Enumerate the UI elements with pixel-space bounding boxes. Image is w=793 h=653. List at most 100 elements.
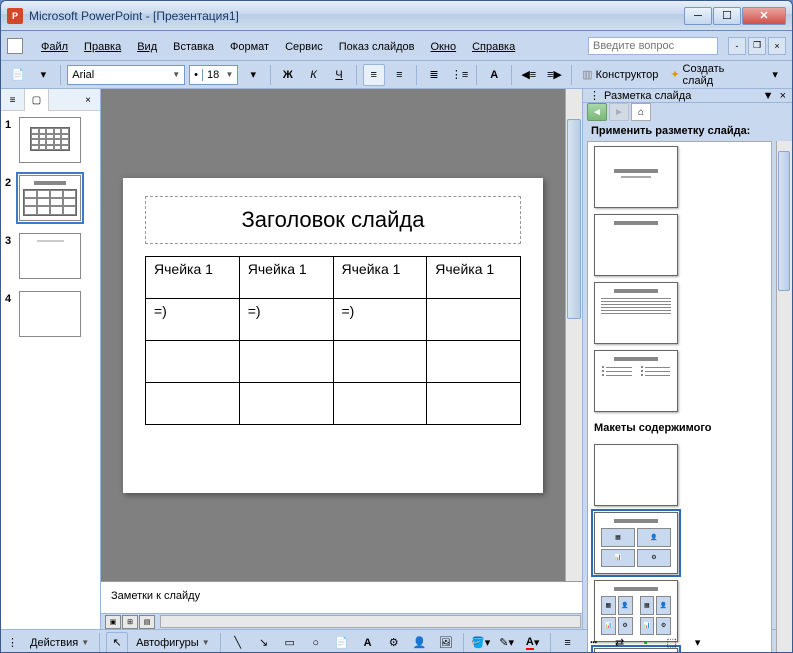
picture-tool[interactable]: 🖼: [435, 632, 457, 653]
align-left-button[interactable]: ≡: [363, 64, 385, 86]
table-cell[interactable]: Ячейка 1: [427, 256, 521, 298]
minimize-button[interactable]: ─: [684, 7, 712, 25]
table-cell[interactable]: [239, 340, 333, 382]
menu-insert[interactable]: Вставка: [165, 35, 222, 57]
table-cell[interactable]: [427, 298, 521, 340]
table-cell[interactable]: [239, 382, 333, 424]
wordart-tool[interactable]: A: [357, 632, 379, 653]
clipart-tool[interactable]: 👤: [409, 632, 431, 653]
select-tool[interactable]: ↖: [106, 632, 128, 653]
sorter-view-button[interactable]: ⊞: [122, 615, 138, 629]
layout-content[interactable]: ▦👤📊⚙: [594, 512, 678, 574]
menu-help[interactable]: Справка: [464, 35, 523, 57]
font-color-tool[interactable]: A▾: [522, 632, 544, 653]
slideshow-view-button[interactable]: ▤: [139, 615, 155, 629]
scrollbar-thumb[interactable]: [778, 151, 790, 291]
table-cell[interactable]: Ячейка 1: [146, 256, 240, 298]
decrease-indent-button[interactable]: ◀≡: [518, 64, 540, 86]
vertical-scrollbar[interactable]: [565, 89, 582, 581]
table-cell[interactable]: Ячейка 1: [239, 256, 333, 298]
table-cell[interactable]: [427, 340, 521, 382]
horizontal-scrollbar[interactable]: [160, 615, 581, 628]
layout-title-only[interactable]: [594, 214, 678, 276]
close-panel-button[interactable]: ×: [76, 89, 100, 111]
table-cell[interactable]: =): [146, 298, 240, 340]
designer-button[interactable]: ▥Конструктор: [578, 68, 662, 81]
arrow-tool[interactable]: ↘: [253, 632, 275, 653]
taskpane-close-button[interactable]: ×: [780, 90, 786, 102]
rectangle-tool[interactable]: ▭: [279, 632, 301, 653]
taskpane-scrollbar[interactable]: [776, 141, 792, 653]
back-button[interactable]: ◄: [587, 103, 607, 121]
bulleted-list-button[interactable]: ⋮≡: [449, 64, 471, 86]
dash-style-tool[interactable]: ┅: [583, 632, 605, 653]
layout-title-text[interactable]: [594, 282, 678, 344]
notes-pane[interactable]: Заметки к слайду: [101, 581, 582, 613]
toolbar-overflow-icon[interactable]: ▾: [764, 64, 786, 86]
arrow-style-tool[interactable]: ⇄: [609, 632, 631, 653]
line-tool[interactable]: ╲: [227, 632, 249, 653]
menu-service[interactable]: Сервис: [277, 35, 331, 57]
inner-restore-button[interactable]: ❐: [748, 37, 766, 55]
table-cell[interactable]: [146, 340, 240, 382]
slide-canvas[interactable]: Заголовок слайда Ячейка 1 Ячейка 1 Ячейк…: [101, 89, 565, 581]
menu-format[interactable]: Формат: [222, 35, 277, 57]
home-button[interactable]: ⌂: [631, 103, 651, 121]
menu-edit[interactable]: Правка: [76, 35, 129, 57]
increase-indent-button[interactable]: ≡▶: [544, 64, 566, 86]
help-search-input[interactable]: [588, 37, 718, 55]
size-options-icon[interactable]: ▾: [242, 64, 264, 86]
line-weight-tool[interactable]: ≡: [557, 632, 579, 653]
maximize-button[interactable]: ☐: [713, 7, 741, 25]
shadow-tool[interactable]: ▪: [635, 632, 657, 653]
toolbar-options-icon[interactable]: ▾: [33, 64, 55, 86]
table-cell[interactable]: [146, 382, 240, 424]
slide-thumbnail-1[interactable]: [19, 117, 81, 163]
table-cell[interactable]: =): [239, 298, 333, 340]
new-document-icon[interactable]: 📄: [7, 64, 29, 86]
align-center-button[interactable]: ≡: [389, 64, 411, 86]
diagram-tool[interactable]: ⚙: [383, 632, 405, 653]
table-cell[interactable]: [333, 382, 427, 424]
slide-thumbnail-2[interactable]: [19, 175, 81, 221]
underline-button[interactable]: Ч: [328, 64, 350, 86]
italic-button[interactable]: К: [303, 64, 325, 86]
menu-view[interactable]: Вид: [129, 35, 165, 57]
autoshapes-menu[interactable]: Автофигуры ▼: [132, 637, 214, 649]
table-cell[interactable]: [427, 382, 521, 424]
menu-file[interactable]: Файл: [33, 35, 76, 57]
numbered-list-button[interactable]: ≣: [423, 64, 445, 86]
close-button[interactable]: ✕: [742, 7, 786, 25]
textbox-tool[interactable]: 📄: [331, 632, 353, 653]
layout-two-text[interactable]: [594, 350, 678, 412]
menu-slideshow[interactable]: Показ слайдов: [331, 35, 423, 57]
table-cell[interactable]: =): [333, 298, 427, 340]
inner-minimize-button[interactable]: -: [728, 37, 746, 55]
scrollbar-thumb[interactable]: [567, 119, 581, 319]
normal-view-button[interactable]: ▣: [105, 615, 121, 629]
fill-color-tool[interactable]: 🪣▾: [470, 632, 492, 653]
font-name-selector[interactable]: Arial ▼: [67, 65, 185, 85]
slide-thumbnail-4[interactable]: [19, 291, 81, 337]
forward-button[interactable]: ►: [609, 103, 629, 121]
slide-table[interactable]: Ячейка 1 Ячейка 1 Ячейка 1 Ячейка 1 =) =…: [145, 256, 521, 425]
drawbar-overflow-icon[interactable]: ▾: [687, 632, 709, 653]
slides-tab[interactable]: ▢: [25, 89, 49, 111]
outline-tab[interactable]: ≡: [1, 89, 25, 111]
oval-tool[interactable]: ○: [305, 632, 327, 653]
slide-title-text[interactable]: Заголовок слайда: [156, 207, 510, 233]
layout-title-slide[interactable]: [594, 146, 678, 208]
table-cell[interactable]: [333, 340, 427, 382]
font-size-selector[interactable]: • 18 ▼: [189, 65, 238, 85]
new-slide-button[interactable]: ✦Создать слайд: [666, 63, 760, 87]
document-icon[interactable]: [7, 38, 23, 54]
slide[interactable]: Заголовок слайда Ячейка 1 Ячейка 1 Ячейк…: [123, 178, 543, 493]
line-color-tool[interactable]: ✎▾: [496, 632, 518, 653]
taskpane-menu-icon[interactable]: ▼: [763, 90, 774, 102]
bold-button[interactable]: Ж: [277, 64, 299, 86]
slide-thumbnail-3[interactable]: [19, 233, 81, 279]
menu-window[interactable]: Окно: [423, 35, 465, 57]
table-cell[interactable]: Ячейка 1: [333, 256, 427, 298]
font-grow-button[interactable]: A: [483, 64, 505, 86]
inner-close-button[interactable]: ×: [768, 37, 786, 55]
